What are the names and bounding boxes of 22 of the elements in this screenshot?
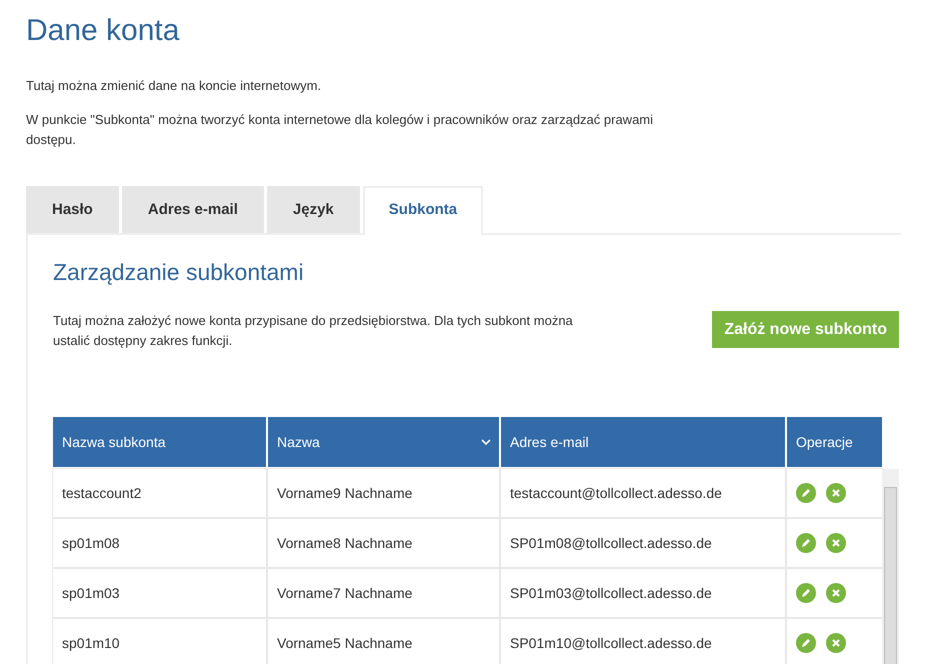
edit-icon[interactable] [796,483,816,503]
edit-icon[interactable] [796,533,816,553]
column-header[interactable]: Operacje [787,417,882,467]
delete-icon[interactable] [826,483,846,503]
column-header[interactable]: Nazwa subkonta [53,417,266,467]
column-header[interactable]: Adres e-mail [501,417,785,467]
delete-icon[interactable] [826,533,846,553]
section-title: Zarządzanie subkontami [53,259,305,286]
page-title: Dane konta [26,14,180,48]
intro-text: Tutaj można zmienić dane na koncie internetowym. [26,77,322,95]
tab[interactable]: Subkonta [362,186,484,235]
tab[interactable]: Hasło [26,186,119,233]
section-description: Tutaj można założyć nowe konta przypisane do przedsiębiorstwa. Dla tych subkont można ustalić dostępny zakres funkcji. [53,312,574,350]
scrollbar[interactable] [882,469,899,664]
column-header[interactable]: Nazwa [268,417,499,467]
delete-icon[interactable] [826,583,846,603]
intro-text: W punkcie "Subkonta" można tworzyć konta internetowe dla kolegów i pracowników oraz zarządzać prawami dostępu. [26,111,654,149]
tab[interactable]: Adres e-mail [122,186,264,233]
tab[interactable]: Język [266,186,360,233]
delete-icon[interactable] [826,633,846,653]
edit-icon[interactable] [796,633,816,653]
edit-icon[interactable] [796,583,816,603]
